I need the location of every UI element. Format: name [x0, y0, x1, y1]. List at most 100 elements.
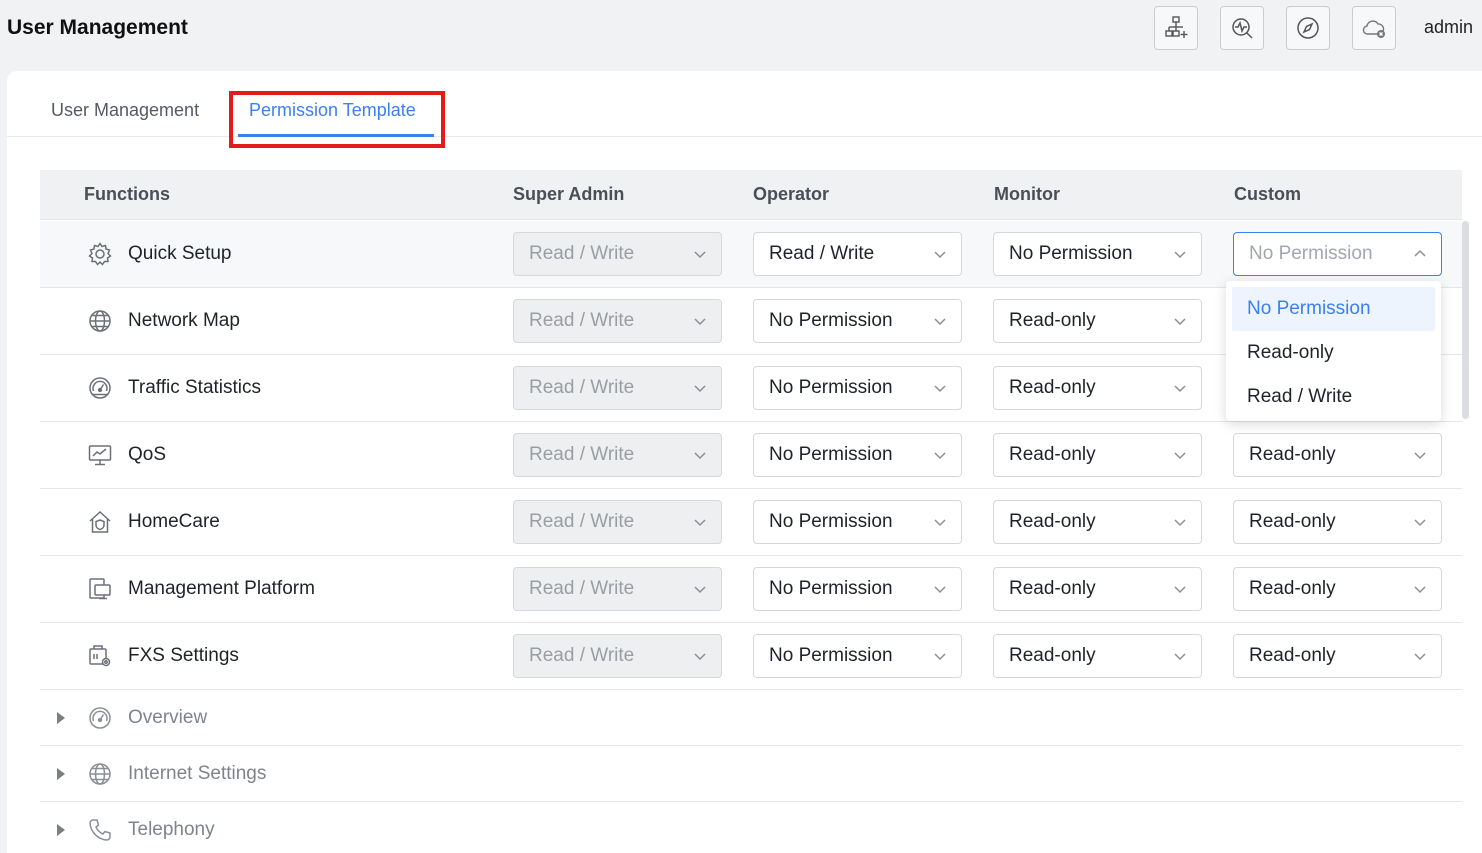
tab-permission-template[interactable]: Permission Template — [249, 98, 416, 122]
chevron-down-icon — [934, 385, 946, 393]
custom-select[interactable]: Read-only — [1233, 567, 1442, 611]
operator-select[interactable]: No Permission — [753, 366, 962, 410]
expand-caret-icon[interactable] — [57, 824, 65, 836]
chevron-down-icon — [1174, 586, 1186, 594]
group-label: Overview — [128, 707, 208, 728]
chevron-down-icon — [934, 586, 946, 594]
monitor-select[interactable]: No Permission — [993, 232, 1202, 276]
table-row: Management Platform Read / Write No Perm… — [40, 556, 1462, 623]
chevron-down-icon — [694, 251, 706, 259]
super-admin-select: Read / Write — [513, 567, 722, 611]
operator-select[interactable]: No Permission — [753, 299, 962, 343]
header-operator: Operator — [753, 184, 830, 204]
group-label: Telephony — [128, 819, 215, 840]
chevron-down-icon — [1174, 452, 1186, 460]
chevron-down-icon — [1414, 519, 1426, 527]
cloud-disconnected-icon — [1362, 20, 1385, 38]
chevron-down-icon — [934, 452, 946, 460]
table-header: Functions Super Admin Operator Monitor C… — [40, 170, 1462, 220]
monitor-select[interactable]: Read-only — [993, 299, 1202, 343]
globe-icon — [87, 761, 113, 787]
monitor-select[interactable]: Read-only — [993, 500, 1202, 544]
group-label: Internet Settings — [128, 763, 267, 784]
group-row-internet-settings[interactable]: Internet Settings — [40, 746, 1462, 802]
globe-icon — [87, 308, 113, 334]
header-monitor: Monitor — [994, 184, 1060, 204]
monitor-select[interactable]: Read-only — [993, 366, 1202, 410]
monitor-chart-icon — [87, 442, 113, 468]
chevron-down-icon — [694, 519, 706, 527]
custom-select[interactable]: No Permission — [1233, 232, 1442, 276]
operator-select[interactable]: No Permission — [753, 567, 962, 611]
super-admin-select: Read / Write — [513, 299, 722, 343]
custom-select[interactable]: Read-only — [1233, 500, 1442, 544]
row-label: FXS Settings — [128, 645, 239, 666]
compass-button[interactable] — [1286, 6, 1330, 50]
chevron-down-icon — [694, 653, 706, 661]
chevron-down-icon — [1414, 452, 1426, 460]
row-label: Quick Setup — [128, 243, 232, 264]
user-menu[interactable]: admin — [1424, 16, 1473, 38]
header-custom: Custom — [1234, 184, 1301, 204]
custom-select[interactable]: Read-only — [1233, 634, 1442, 678]
super-admin-select: Read / Write — [513, 634, 722, 678]
option-no-permission[interactable]: No Permission — [1232, 287, 1435, 331]
chevron-down-icon — [1174, 251, 1186, 259]
top-bar: User Management admin — [0, 0, 1482, 70]
chevron-down-icon — [1414, 653, 1426, 661]
diagnostics-button[interactable] — [1220, 6, 1264, 50]
app-title: User Management — [7, 16, 188, 39]
option-read-write[interactable]: Read / Write — [1232, 375, 1435, 419]
gear-icon — [87, 241, 113, 267]
chevron-down-icon — [934, 318, 946, 326]
row-label: QoS — [128, 444, 167, 465]
super-admin-select: Read / Write — [513, 366, 722, 410]
chevron-down-icon — [694, 452, 706, 460]
phone-icon — [87, 817, 113, 843]
vertical-scrollbar[interactable] — [1462, 221, 1469, 419]
table-row: FXS Settings Read / Write No Permission … — [40, 623, 1462, 690]
option-read-only[interactable]: Read-only — [1232, 331, 1435, 375]
monitor-select[interactable]: Read-only — [993, 567, 1202, 611]
operator-select[interactable]: No Permission — [753, 433, 962, 477]
chevron-down-icon — [1174, 318, 1186, 326]
table-row: QoS Read / Write No Permission Read-only… — [40, 422, 1462, 489]
chevron-down-icon — [694, 385, 706, 393]
custom-permission-dropdown: No Permission Read-only Read / Write — [1226, 281, 1441, 421]
gauge-icon — [87, 705, 113, 731]
row-label: Network Map — [128, 310, 240, 331]
topology-button[interactable] — [1154, 6, 1198, 50]
tab-user-management[interactable]: User Management — [51, 98, 199, 122]
table-row: HomeCare Read / Write No Permission Read… — [40, 489, 1462, 556]
row-label: HomeCare — [128, 511, 220, 532]
operator-select[interactable]: No Permission — [753, 634, 962, 678]
platform-icon — [87, 576, 113, 602]
topology-icon — [1165, 16, 1188, 38]
operator-select[interactable]: Read / Write — [753, 232, 962, 276]
chevron-down-icon — [1174, 519, 1186, 527]
chevron-down-icon — [934, 251, 946, 259]
expand-caret-icon[interactable] — [57, 712, 65, 724]
compass-icon — [1297, 17, 1319, 39]
active-tab-indicator — [238, 134, 434, 137]
super-admin-select: Read / Write — [513, 433, 722, 477]
row-label: Traffic Statistics — [128, 377, 262, 398]
monitor-select[interactable]: Read-only — [993, 634, 1202, 678]
chevron-up-icon — [1414, 249, 1426, 257]
diagnostics-icon — [1232, 18, 1253, 39]
fxs-settings-icon — [87, 643, 113, 669]
chevron-down-icon — [1174, 385, 1186, 393]
operator-select[interactable]: No Permission — [753, 500, 962, 544]
monitor-select[interactable]: Read-only — [993, 433, 1202, 477]
expand-caret-icon[interactable] — [57, 768, 65, 780]
row-label: Management Platform — [128, 578, 315, 599]
header-functions: Functions — [84, 184, 170, 204]
super-admin-select: Read / Write — [513, 232, 722, 276]
group-row-overview[interactable]: Overview — [40, 690, 1462, 746]
group-row-telephony[interactable]: Telephony — [40, 802, 1462, 853]
cloud-status-button[interactable] — [1352, 6, 1396, 50]
tab-bar: User Management Permission Template — [7, 71, 1482, 148]
chevron-down-icon — [934, 519, 946, 527]
content-card: User Management Permission Template Func… — [7, 71, 1482, 853]
custom-select[interactable]: Read-only — [1233, 433, 1442, 477]
